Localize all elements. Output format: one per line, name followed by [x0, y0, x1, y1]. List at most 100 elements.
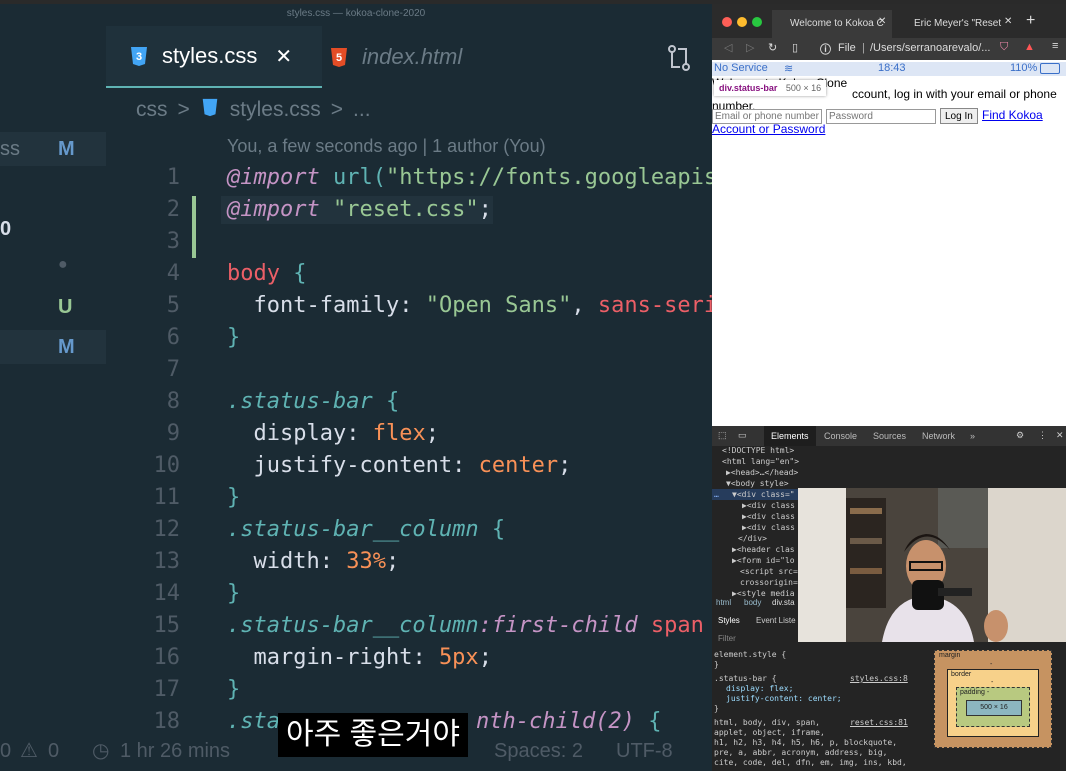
box-model-value: - [990, 661, 993, 668]
style-rule: cite, code, del, dfn, em, img, ins, kbd, [714, 758, 907, 767]
dom-node[interactable]: ▶<form id="lo [732, 556, 795, 565]
tab-console[interactable]: Console [824, 426, 857, 446]
filter-input[interactable]: Filter [718, 634, 736, 643]
menu-icon[interactable]: ≡ [1052, 40, 1058, 52]
dom-node[interactable]: <!DOCTYPE html> [722, 446, 794, 455]
device-toolbar-icon[interactable]: ▭ [738, 430, 747, 441]
gear-icon[interactable]: ⚙ [1016, 430, 1024, 441]
tab-styles[interactable]: Styles [718, 616, 740, 625]
dom-node[interactable]: ▶<div class [742, 512, 795, 521]
code-line: 15 .status-bar__column:first-child span [153, 613, 704, 638]
brave-shield-icon[interactable]: ⛉ [1000, 41, 1008, 54]
sidebar-item[interactable]: ● [0, 252, 106, 286]
tab-styles-css[interactable]: 3 styles.css ✕ [106, 26, 322, 88]
untracked-badge: U [58, 296, 73, 318]
breadcrumb-folder[interactable]: css [136, 98, 168, 122]
dom-node[interactable]: ▶<div class [742, 501, 795, 510]
crumb-div[interactable]: div.sta [772, 598, 795, 607]
encoding-setting[interactable]: UTF-8 [616, 740, 673, 763]
dom-node[interactable]: ▼<body style> [726, 479, 789, 488]
box-model-content[interactable]: 500 × 16 [966, 700, 1022, 716]
tab-elements[interactable]: Elements [764, 426, 816, 446]
code-line: 10 justify-content: center; [153, 453, 572, 478]
svg-text:3: 3 [136, 51, 142, 63]
indentation-setting[interactable]: Spaces: 2 [494, 740, 583, 763]
sidebar-item[interactable]: 0 [0, 212, 106, 246]
breadcrumb: css > styles.css > ... [136, 96, 371, 124]
dom-node-selected[interactable]: ▼<div class=" [732, 490, 795, 499]
dom-node[interactable]: <html lang="en"> [722, 457, 799, 466]
maximize-window-button[interactable] [752, 17, 762, 27]
dom-node[interactable]: ▶<style media [732, 589, 795, 598]
presenter-video-frame [798, 488, 1066, 642]
dom-node[interactable]: crossorigin= [740, 578, 798, 587]
webcam-overlay [798, 488, 1066, 642]
tab-title: Welcome to Kokoa C [790, 18, 884, 29]
time-tracker[interactable]: 1 hr 26 mins [120, 740, 230, 763]
history-icon: ◷ [92, 740, 110, 762]
style-rule: h1, h2, h3, h4, h5, h6, p, blockquote, [714, 738, 898, 747]
dom-node[interactable]: ▶<head>…</head> [726, 468, 798, 477]
info-icon[interactable]: ⓘ [820, 41, 831, 57]
more-tabs-icon[interactable]: » [970, 426, 975, 446]
clock-text: 18:43 [878, 62, 906, 74]
style-rule: element.style { [714, 650, 787, 659]
address-scheme: File [838, 42, 856, 54]
source-control-compare-icon[interactable] [666, 44, 692, 77]
css-file-icon [200, 97, 220, 123]
tab-index-html[interactable]: 5 index.html [328, 26, 528, 88]
browser-tab-kokoa[interactable]: Welcome to Kokoa C [772, 10, 892, 38]
reload-icon[interactable]: ↻ [768, 41, 777, 54]
sidebar-item[interactable]: U [0, 290, 106, 324]
code-line: 5 font-family: "Open Sans", sans-serif [166, 293, 712, 318]
browser-tab-reset[interactable]: Eric Meyer's "Reset [896, 10, 1014, 38]
style-rule: } [714, 704, 719, 713]
tab-label: index.html [362, 44, 463, 69]
tab-network[interactable]: Network [922, 426, 955, 446]
inspect-element-icon[interactable]: ⬚ [718, 430, 727, 441]
box-model-label: padding - [960, 689, 990, 696]
new-tab-button[interactable]: + [1026, 12, 1035, 30]
warnings-count[interactable]: 0 [48, 740, 59, 763]
minimize-window-button[interactable] [737, 17, 747, 27]
dom-node[interactable]: </div> [738, 534, 767, 543]
sidebar-item[interactable]: M [0, 330, 106, 364]
editor-tab-bar: 3 styles.css ✕ 5 index.html [106, 26, 712, 88]
git-blame-annotation[interactable]: You, a few seconds ago | 1 author (You) [227, 136, 546, 157]
code-line: 6} [166, 325, 241, 350]
style-source-link[interactable]: reset.css:81 [850, 718, 908, 727]
style-declaration[interactable]: display: flex; [726, 684, 793, 693]
bookmark-icon[interactable]: ▯ [792, 41, 798, 54]
close-icon[interactable]: ✕ [275, 44, 292, 69]
dom-node[interactable]: ▶<header clas [732, 545, 795, 554]
sidebar-item-label: ss [0, 138, 20, 160]
address-bar[interactable]: /Users/serranoarevalo/... [870, 42, 990, 54]
problems-count[interactable]: 0 [0, 740, 11, 763]
breadcrumb-file[interactable]: styles.css [230, 98, 321, 122]
crumb-body[interactable]: body [744, 598, 761, 607]
tooltip-size: 500 × 16 [785, 83, 822, 93]
sidebar-item[interactable]: ss M [0, 132, 106, 166]
style-source-link[interactable]: styles.css:8 [850, 674, 908, 683]
code-line: 2 @import "reset.css"; [166, 197, 492, 222]
brave-rewards-icon[interactable]: ▲ [1024, 41, 1035, 53]
dom-node[interactable]: ▶<div class [742, 523, 795, 532]
kebab-menu-icon[interactable]: ⋮ [1038, 430, 1047, 441]
crumb-html[interactable]: html [716, 598, 731, 607]
code-line: 9 display: flex; [166, 421, 439, 446]
style-declaration[interactable]: justify-content: center; [726, 694, 842, 703]
forward-icon[interactable]: ▷ [746, 41, 754, 54]
tab-sources[interactable]: Sources [873, 426, 906, 446]
close-icon[interactable]: ✕ [1004, 16, 1012, 27]
back-icon[interactable]: ◁ [724, 41, 732, 54]
close-icon[interactable]: ✕ [1056, 430, 1064, 441]
code-line: 3 [166, 229, 180, 254]
tab-event-listeners[interactable]: Event Liste [756, 616, 796, 625]
find-account-link[interactable]: Find Kokoa Account or Password [712, 108, 1052, 136]
tab-title: Eric Meyer's "Reset [914, 18, 1002, 29]
dom-node[interactable]: <script src= [740, 567, 798, 576]
close-icon[interactable]: ✕ [878, 16, 886, 27]
breadcrumb-more[interactable]: ... [353, 98, 371, 122]
box-model-label: border [951, 671, 972, 678]
close-window-button[interactable] [722, 17, 732, 27]
